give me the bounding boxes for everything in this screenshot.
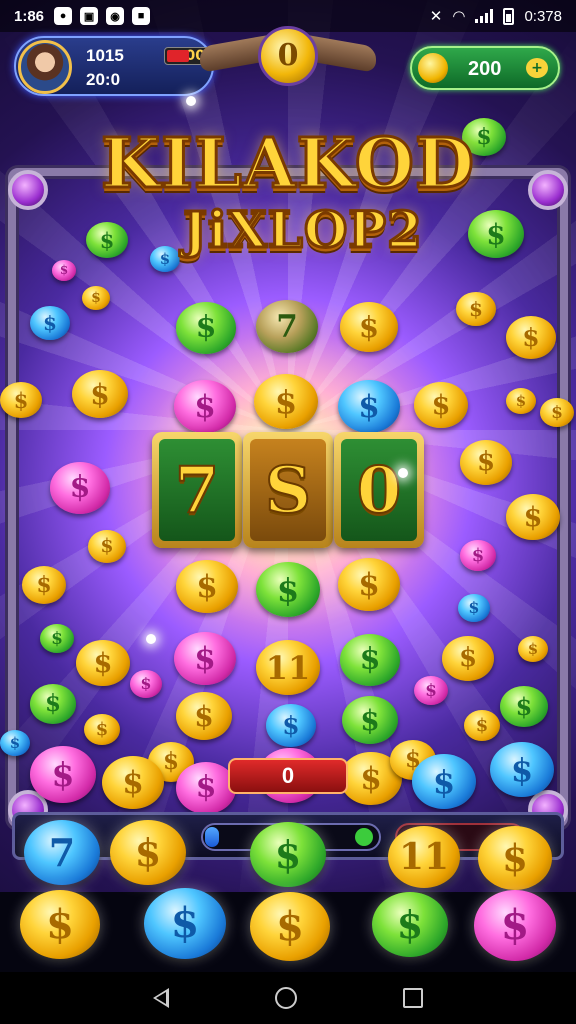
pink-coin: $ bbox=[30, 746, 96, 803]
progress-fill bbox=[205, 827, 220, 847]
gold-coin: $ bbox=[254, 374, 318, 430]
green-coin-button[interactable]: $ bbox=[372, 892, 448, 958]
green-coin: $ bbox=[30, 684, 76, 724]
game-title: KILAKOD bbox=[100, 123, 476, 206]
coin-balance-button[interactable]: 200 + bbox=[410, 46, 560, 90]
gold-coin: $ bbox=[84, 714, 120, 745]
green-coin: $ bbox=[40, 624, 74, 654]
gold-coin: $ bbox=[442, 636, 494, 681]
gold-coin: $ bbox=[22, 566, 66, 604]
player-level: 20:0 bbox=[86, 70, 121, 89]
sparkle bbox=[398, 468, 408, 478]
blue-coin: $ bbox=[338, 380, 400, 434]
blue-coin: $ bbox=[266, 704, 316, 747]
blue-coin: $ bbox=[0, 730, 30, 756]
gold-coin: $ bbox=[82, 286, 110, 311]
gold-coin: $ bbox=[176, 692, 232, 741]
sparkle bbox=[186, 96, 196, 106]
blue-coin: $ bbox=[412, 754, 476, 810]
mute-icon: ✕ bbox=[429, 8, 443, 25]
player-score: 1015 bbox=[86, 46, 124, 65]
signal-icon bbox=[475, 9, 494, 23]
chat-icon: ◉ bbox=[106, 7, 125, 25]
green-coin: $ bbox=[342, 696, 398, 745]
gold-coin: $ bbox=[102, 756, 164, 810]
gallery-icon: ▣ bbox=[80, 7, 99, 25]
top-crest: 0 bbox=[200, 26, 376, 90]
gold-coin-button[interactable]: $ bbox=[20, 890, 100, 959]
plus-icon[interactable]: + bbox=[526, 58, 548, 78]
pink-coin: $ bbox=[130, 670, 162, 698]
gold-coin: $ bbox=[0, 382, 42, 419]
coin-icon bbox=[418, 53, 448, 83]
gold-coin: $ bbox=[506, 388, 536, 414]
reel-1[interactable]: 7 bbox=[152, 432, 242, 548]
gold-coin: $ bbox=[76, 640, 130, 687]
gold-coin: $ bbox=[540, 398, 574, 428]
gold-coin: $ bbox=[338, 558, 400, 612]
pink-coin: $ bbox=[50, 462, 110, 514]
gold-coin: $ bbox=[340, 302, 398, 352]
pink-coin: $ bbox=[176, 762, 236, 814]
pink-coin: $ bbox=[174, 632, 236, 686]
gold-coin: $ bbox=[506, 316, 556, 359]
blue-coin-button[interactable]: 7 bbox=[24, 820, 100, 886]
avatar[interactable] bbox=[18, 40, 72, 94]
gold-coin-button[interactable]: 11 bbox=[388, 826, 460, 888]
pink-coin-button[interactable]: $ bbox=[474, 890, 556, 961]
blue-coin-button[interactable]: $ bbox=[144, 888, 226, 959]
reel-3-symbol: 0 bbox=[341, 439, 417, 541]
notification-icon: ● bbox=[54, 7, 73, 25]
blue-coin: $ bbox=[490, 742, 554, 798]
pink-coin: $ bbox=[460, 540, 496, 571]
battery-icon bbox=[503, 7, 515, 25]
gold-coin-button[interactable]: $ bbox=[250, 892, 330, 961]
game-subtitle: JiXLOP2 bbox=[182, 199, 424, 261]
reel-1-symbol: 7 bbox=[159, 439, 235, 541]
back-icon[interactable] bbox=[153, 988, 169, 1008]
player-panel[interactable]: 1015 20:0 00 bbox=[14, 36, 214, 96]
navigation-bar bbox=[0, 972, 576, 1024]
app-icon: ■ bbox=[132, 7, 151, 25]
gold-coin: $ bbox=[506, 494, 560, 541]
home-icon[interactable] bbox=[275, 987, 297, 1009]
green-coin: $ bbox=[500, 686, 548, 728]
battery-text: 0:378 bbox=[524, 7, 562, 25]
reel-2-symbol: S bbox=[250, 439, 326, 541]
reel-3[interactable]: 0 bbox=[334, 432, 424, 548]
pink-coin: $ bbox=[52, 260, 76, 281]
progress-end-icon bbox=[355, 828, 373, 846]
green-coin: $ bbox=[340, 634, 400, 686]
gold-coin: $ bbox=[460, 440, 512, 485]
recent-apps-icon[interactable] bbox=[403, 988, 423, 1008]
wifi-icon: ◠ bbox=[452, 8, 466, 25]
coin-balance-value: 200 bbox=[468, 58, 502, 80]
reel-2[interactable]: S bbox=[243, 432, 333, 548]
gold-coin: $ bbox=[518, 636, 548, 662]
gold-coin: $ bbox=[176, 560, 238, 614]
pink-coin: $ bbox=[414, 676, 448, 706]
status-time: 1:86 bbox=[14, 7, 45, 25]
green-coin: $ bbox=[176, 302, 236, 354]
green-coin-button[interactable]: $ bbox=[250, 822, 326, 888]
blue-coin: $ bbox=[458, 594, 490, 622]
green-coin: $ bbox=[256, 562, 320, 618]
gold-coin: $ bbox=[464, 710, 500, 741]
gold-coin: $ bbox=[414, 382, 468, 429]
gold-coin-button[interactable]: $ bbox=[478, 826, 552, 890]
sparkle bbox=[146, 634, 156, 644]
gold-coin: $ bbox=[88, 530, 126, 563]
dark-coin: 7 bbox=[256, 300, 318, 354]
gold-coin: $ bbox=[72, 370, 128, 419]
crest-coin-icon: 0 bbox=[258, 26, 318, 86]
pink-coin: $ bbox=[174, 380, 236, 434]
gold-coin-button[interactable]: $ bbox=[110, 820, 186, 886]
gold-coin: 11 bbox=[256, 640, 320, 696]
center-meter: 0 bbox=[228, 758, 348, 794]
slot-reels[interactable]: 7 S 0 bbox=[152, 432, 424, 548]
